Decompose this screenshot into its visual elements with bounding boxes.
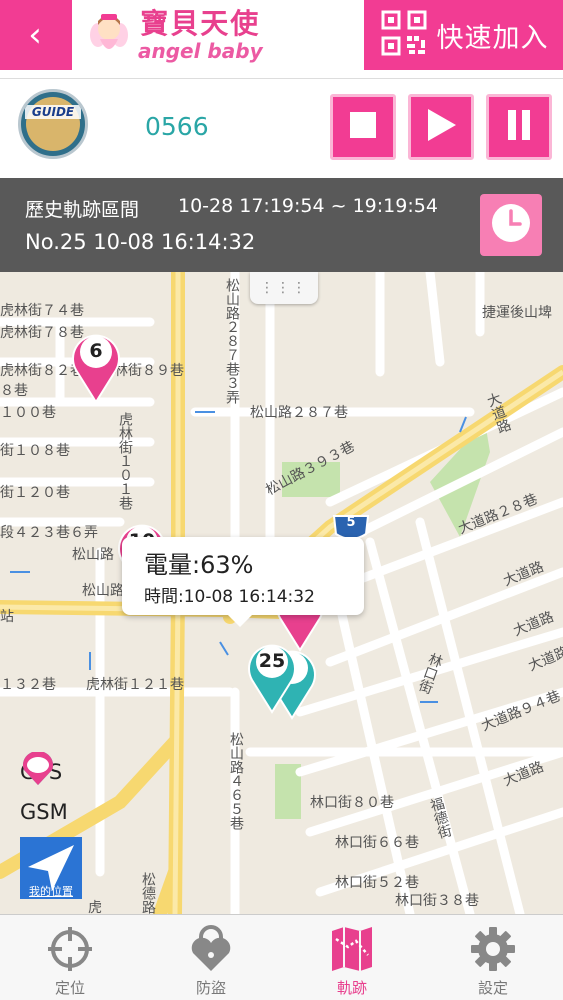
history-record: No.25 10-08 16:14:32: [25, 230, 256, 254]
street-label: 虎林街１２１巷: [86, 677, 184, 693]
qr-code-icon: [381, 10, 427, 60]
tab-label: 軌跡: [336, 979, 367, 997]
pause-icon: [506, 110, 532, 144]
tab-label: 定位: [54, 979, 85, 997]
play-button[interactable]: [408, 94, 474, 160]
device-row: GUIDE 0566: [0, 78, 563, 178]
street-label: 松山路２８７巷: [250, 405, 348, 421]
legend-item-gsm: GSM: [20, 752, 68, 832]
street-label: １００巷: [0, 405, 56, 421]
device-id: 0566: [145, 112, 209, 141]
back-button[interactable]: ‹: [0, 0, 70, 70]
history-time-range: 10-28 17:19:54 ~ 19:19:54: [178, 195, 438, 217]
map-pin-gsm[interactable]: 6: [66, 324, 126, 404]
time-range-button[interactable]: [480, 194, 542, 256]
street-label: 松德路: [140, 872, 156, 914]
highway-shield-number: 5: [346, 515, 356, 530]
tab-label: 設定: [477, 979, 508, 997]
history-range-bar: 歷史軌跡區間 10-28 17:19:54 ~ 19:19:54 No.25 1…: [0, 178, 563, 272]
popup-battery: 電量:63%: [144, 551, 254, 579]
location-pin-icon: [248, 644, 296, 714]
street-label: 林口街３８巷: [395, 893, 479, 909]
pause-button[interactable]: [486, 94, 552, 160]
device-avatar-logo-text: GUIDE: [25, 105, 81, 119]
street-label: 林口街６６巷: [335, 835, 419, 851]
map-pin-gps[interactable]: 25: [242, 634, 302, 714]
street-label: ８巷: [0, 383, 28, 399]
stop-button[interactable]: [330, 94, 396, 160]
gear-icon: [471, 927, 515, 971]
street-label: 林口街８０巷: [310, 795, 394, 811]
crosshair-icon: [48, 927, 92, 971]
device-avatar[interactable]: GUIDE: [18, 89, 88, 159]
lock-heart-icon: [191, 925, 231, 971]
street-label: １３２巷: [0, 677, 56, 693]
street-label: 虎林街７４巷: [0, 303, 84, 319]
map-drag-handle[interactable]: ⋮⋮⋮: [250, 272, 318, 304]
track-map-icon: [332, 927, 372, 971]
street-label: 捷運後山埤: [482, 305, 552, 321]
map-legend: GPS GSM: [20, 752, 68, 832]
pin-label: 6: [89, 340, 103, 362]
map-view[interactable]: 虎林街７４巷 虎林街７８巷 虎林街８２巷 ８巷 虎林街８９巷 １００巷 街１０８…: [0, 272, 563, 914]
street-label: 松山路２８７巷３弄: [224, 278, 240, 404]
street-label: 段４２３巷６弄: [0, 525, 98, 541]
stop-icon: [350, 112, 376, 142]
quick-add-button[interactable]: 快速加入: [366, 0, 563, 70]
my-location-label: 我的位置: [29, 885, 73, 898]
street-label: 林口街５２巷: [335, 875, 419, 891]
quick-add-label: 快速加入: [436, 22, 549, 54]
tab-anti-theft[interactable]: 防盜: [141, 915, 281, 1000]
tab-settings[interactable]: 設定: [423, 915, 563, 1000]
street-label: 虎林街１０１巷: [117, 412, 133, 510]
angel-mascot-icon: [90, 9, 128, 61]
brand-logo: 寶貝天使 angel baby: [72, 0, 364, 70]
location-pin-icon: [72, 334, 120, 404]
street-label: 街１２０巷: [0, 485, 70, 501]
tab-track[interactable]: 軌跡: [282, 915, 422, 1000]
history-title: 歷史軌跡區間: [25, 199, 140, 221]
clock-icon: [488, 200, 534, 250]
tab-label: 防盜: [195, 979, 226, 997]
street-label: 站: [0, 609, 14, 625]
legend-label: GSM: [20, 800, 68, 824]
pin-info-popup[interactable]: 電量:63% 時間:10-08 16:14:32: [122, 537, 364, 627]
street-label: 松山路４６５巷: [228, 732, 244, 830]
bottom-tab-bar: 定位 防盜 軌跡 設定: [0, 914, 563, 1000]
play-icon: [426, 109, 456, 145]
my-location-button[interactable]: 我的位置: [20, 837, 82, 899]
street-label: 街１０８巷: [0, 443, 70, 459]
brand-name-chinese: 寶貝天使: [140, 7, 261, 40]
gsm-pin-icon: [23, 752, 53, 785]
tab-locate[interactable]: 定位: [0, 915, 140, 1000]
popup-time: 時間:10-08 16:14:32: [144, 587, 315, 607]
street-label: 松山路: [72, 547, 114, 563]
app-header: ‹ 寶貝天使 angel baby 快速加入: [0, 0, 563, 70]
chevron-left-icon: ‹: [28, 15, 42, 55]
brand-name-english: angel baby: [138, 39, 263, 63]
pin-label: 25: [258, 650, 286, 672]
street-label: 虎: [88, 900, 102, 914]
